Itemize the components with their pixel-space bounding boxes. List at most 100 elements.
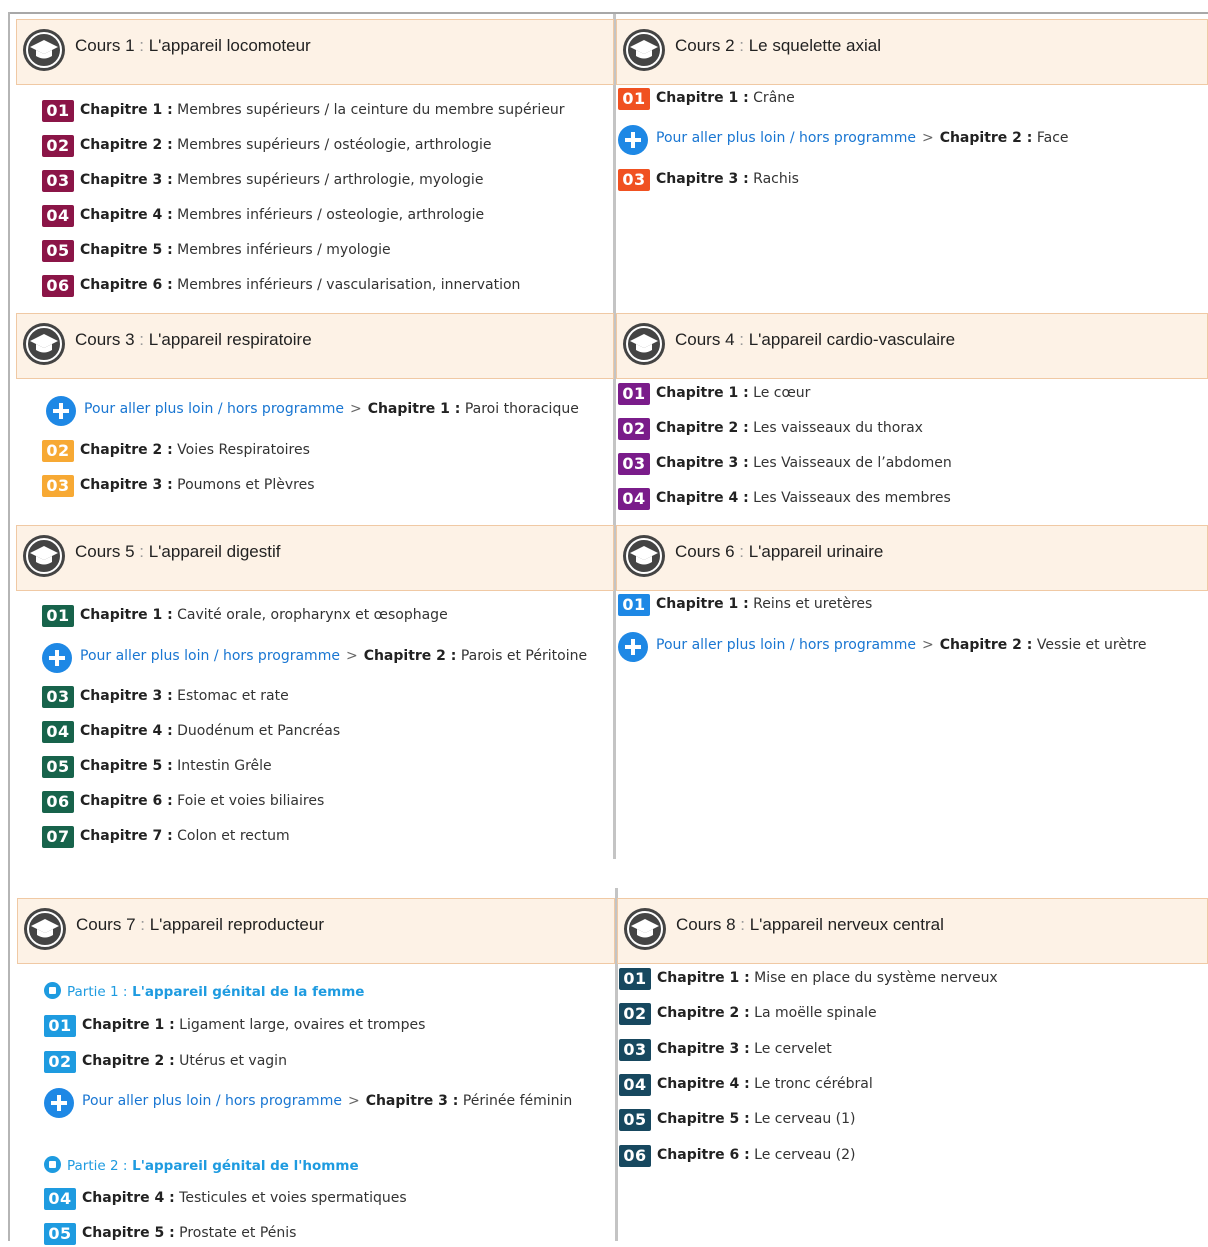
cours-title: L'appareil nerveux central: [749, 915, 944, 934]
cours-header[interactable]: Cours 5 : L'appareil digestif: [16, 525, 614, 591]
chapter-title: Foie et voies biliaires: [177, 793, 325, 809]
chapter-title: Rachis: [753, 171, 799, 187]
cours-label: Cours 8: [676, 915, 736, 934]
chapter-label: Chapitre 5 :: [657, 1111, 750, 1127]
chapter-title: Les vaisseaux du thorax: [753, 420, 923, 436]
chapter-number-badge: 05: [44, 1223, 76, 1245]
chapter-number-badge: 01: [618, 594, 650, 616]
partie-title: L'appareil génital de l'homme: [132, 1158, 359, 1174]
arrow-separator: >: [921, 637, 934, 653]
chapter-number-badge: 03: [619, 1039, 651, 1061]
cours-7-panel: Cours 7 : L'appareil reproducteur Partie…: [17, 898, 615, 1245]
graduation-cap-icon: [23, 535, 65, 577]
partie-title: L'appareil génital de la femme: [132, 984, 365, 1000]
chapter-label: Chapitre 6 :: [657, 1147, 750, 1163]
arrow-separator: >: [921, 130, 934, 146]
partie-heading[interactable]: Partie 1 : L'appareil génital de la femm…: [44, 982, 364, 1000]
plus-circle-icon: [46, 396, 76, 426]
chapter-label: Chapitre 4 :: [80, 723, 173, 739]
chapter-label: Chapitre 3 :: [656, 455, 749, 471]
cours-header[interactable]: Cours 6 : L'appareil urinaire: [616, 525, 1208, 591]
chapter-number-badge: 04: [42, 721, 74, 743]
chapter-label: Chapitre 1 :: [80, 607, 173, 623]
chapter-title: Membres supérieurs / la ceinture du memb…: [177, 102, 565, 118]
cours-2-panel: Cours 2 : Le squelette axial 01 Chapitre …: [616, 19, 1208, 309]
chapter-title: Estomac et rate: [177, 688, 289, 704]
chapter-title: Crâne: [753, 90, 795, 106]
chapter-title: Membres supérieurs / ostéologie, arthrol…: [177, 137, 492, 153]
chapter-number-badge: 03: [618, 453, 650, 475]
chapter-number-badge: 06: [42, 275, 74, 297]
graduation-cap-icon: [24, 908, 66, 950]
chapter-label: Chapitre 2 :: [939, 637, 1033, 653]
plus-circle-icon: [44, 1088, 74, 1118]
arrow-separator: >: [347, 1093, 360, 1109]
hors-programme-link[interactable]: Pour aller plus loin / hors programme: [82, 1093, 342, 1109]
cours-title: Le squelette axial: [748, 36, 882, 55]
frame-left-border: [8, 12, 10, 1241]
chapter-title: Poumons et Plèvres: [177, 477, 315, 493]
cours-header[interactable]: Cours 3 : L'appareil respiratoire: [16, 313, 614, 379]
chapter-label: Chapitre 3 :: [365, 1093, 459, 1109]
hors-programme-link[interactable]: Pour aller plus loin / hors programme: [656, 130, 916, 146]
cours-header[interactable]: Cours 2 : Le squelette axial: [616, 19, 1208, 85]
cours-label: Cours 5: [75, 542, 135, 561]
chapter-title: Prostate et Pénis: [179, 1225, 297, 1241]
chapter-label: Chapitre 3 :: [80, 172, 173, 188]
chapter-label: Chapitre 3 :: [657, 1041, 750, 1057]
chapter-label: Chapitre 1 :: [657, 970, 750, 986]
chapter-number-badge: 01: [619, 968, 651, 990]
hors-programme-link[interactable]: Pour aller plus loin / hors programme: [656, 637, 916, 653]
chapter-label: Chapitre 1 :: [80, 102, 173, 118]
partie-heading[interactable]: Partie 2 : L'appareil génital de l'homme: [44, 1156, 359, 1174]
cours-header[interactable]: Cours 8 : L'appareil nerveux central: [617, 898, 1208, 964]
frame-top-border: [8, 12, 1208, 14]
chapter-label: Chapitre 6 :: [80, 793, 173, 809]
cours-label: Cours 1: [75, 36, 135, 55]
graduation-cap-icon: [623, 535, 665, 577]
chapter-label: Chapitre 2 :: [656, 420, 749, 436]
cours-header[interactable]: Cours 7 : L'appareil reproducteur: [17, 898, 615, 964]
chapter-title: Ligament large, ovaires et trompes: [179, 1017, 426, 1033]
chapter-label: Chapitre 4 :: [656, 490, 749, 506]
chapter-title: Le tronc cérébral: [754, 1076, 873, 1092]
chapter-label: Chapitre 1 :: [367, 401, 461, 417]
chapter-number-badge: 06: [619, 1145, 651, 1167]
chapter-title: Mise en place du système nerveux: [754, 970, 998, 986]
cours-header[interactable]: Cours 4 : L'appareil cardio-vasculaire: [616, 313, 1208, 379]
chapter-label: Chapitre 5 :: [82, 1225, 175, 1241]
chapter-number-badge: 04: [44, 1188, 76, 1210]
chapter-number-badge: 01: [618, 88, 650, 110]
chapter-title: Vessie et urètre: [1036, 637, 1147, 653]
hors-programme-link[interactable]: Pour aller plus loin / hors programme: [84, 401, 344, 417]
hors-programme-link[interactable]: Pour aller plus loin / hors programme: [80, 648, 340, 664]
chapter-number-badge: 01: [618, 383, 650, 405]
cours-1-panel: Cours 1 : L'appareil locomoteur 01 Chapit…: [16, 19, 614, 309]
chapter-title: Le cerveau (1): [754, 1111, 856, 1127]
partie-label: Partie 1 :: [67, 984, 128, 1000]
cours-header[interactable]: Cours 1 : L'appareil locomoteur: [16, 19, 614, 85]
chapter-number-badge: 07: [42, 826, 74, 848]
chapter-label: Chapitre 2 :: [939, 130, 1033, 146]
chapter-title: Intestin Grêle: [177, 758, 272, 774]
chapter-title: Duodénum et Pancréas: [177, 723, 341, 739]
cours-title: L'appareil reproducteur: [149, 915, 325, 934]
chapter-label: Chapitre 2 :: [82, 1053, 175, 1069]
chapter-label: Chapitre 5 :: [80, 242, 173, 258]
chapter-title: Périnée féminin: [462, 1093, 573, 1109]
chapter-label: Chapitre 4 :: [82, 1190, 175, 1206]
chapter-number-badge: 01: [42, 100, 74, 122]
chapter-number-badge: 06: [42, 791, 74, 813]
chapter-title: Face: [1036, 130, 1069, 146]
cours-title: L'appareil urinaire: [748, 542, 884, 561]
chapter-number-badge: 03: [42, 686, 74, 708]
chapter-number-badge: 03: [42, 475, 74, 497]
cours-3-panel: Cours 3 : L'appareil respiratoire Pour a…: [16, 313, 614, 523]
cours-label: Cours 6: [675, 542, 735, 561]
cours-5-panel: Cours 5 : L'appareil digestif 01 Chapitre…: [16, 525, 614, 855]
chapter-label: Chapitre 4 :: [657, 1076, 750, 1092]
chapter-title: Les Vaisseaux des membres: [753, 490, 951, 506]
chapter-number-badge: 02: [619, 1003, 651, 1025]
chapter-label: Chapitre 3 :: [80, 688, 173, 704]
cours-title: L'appareil cardio-vasculaire: [748, 330, 956, 349]
